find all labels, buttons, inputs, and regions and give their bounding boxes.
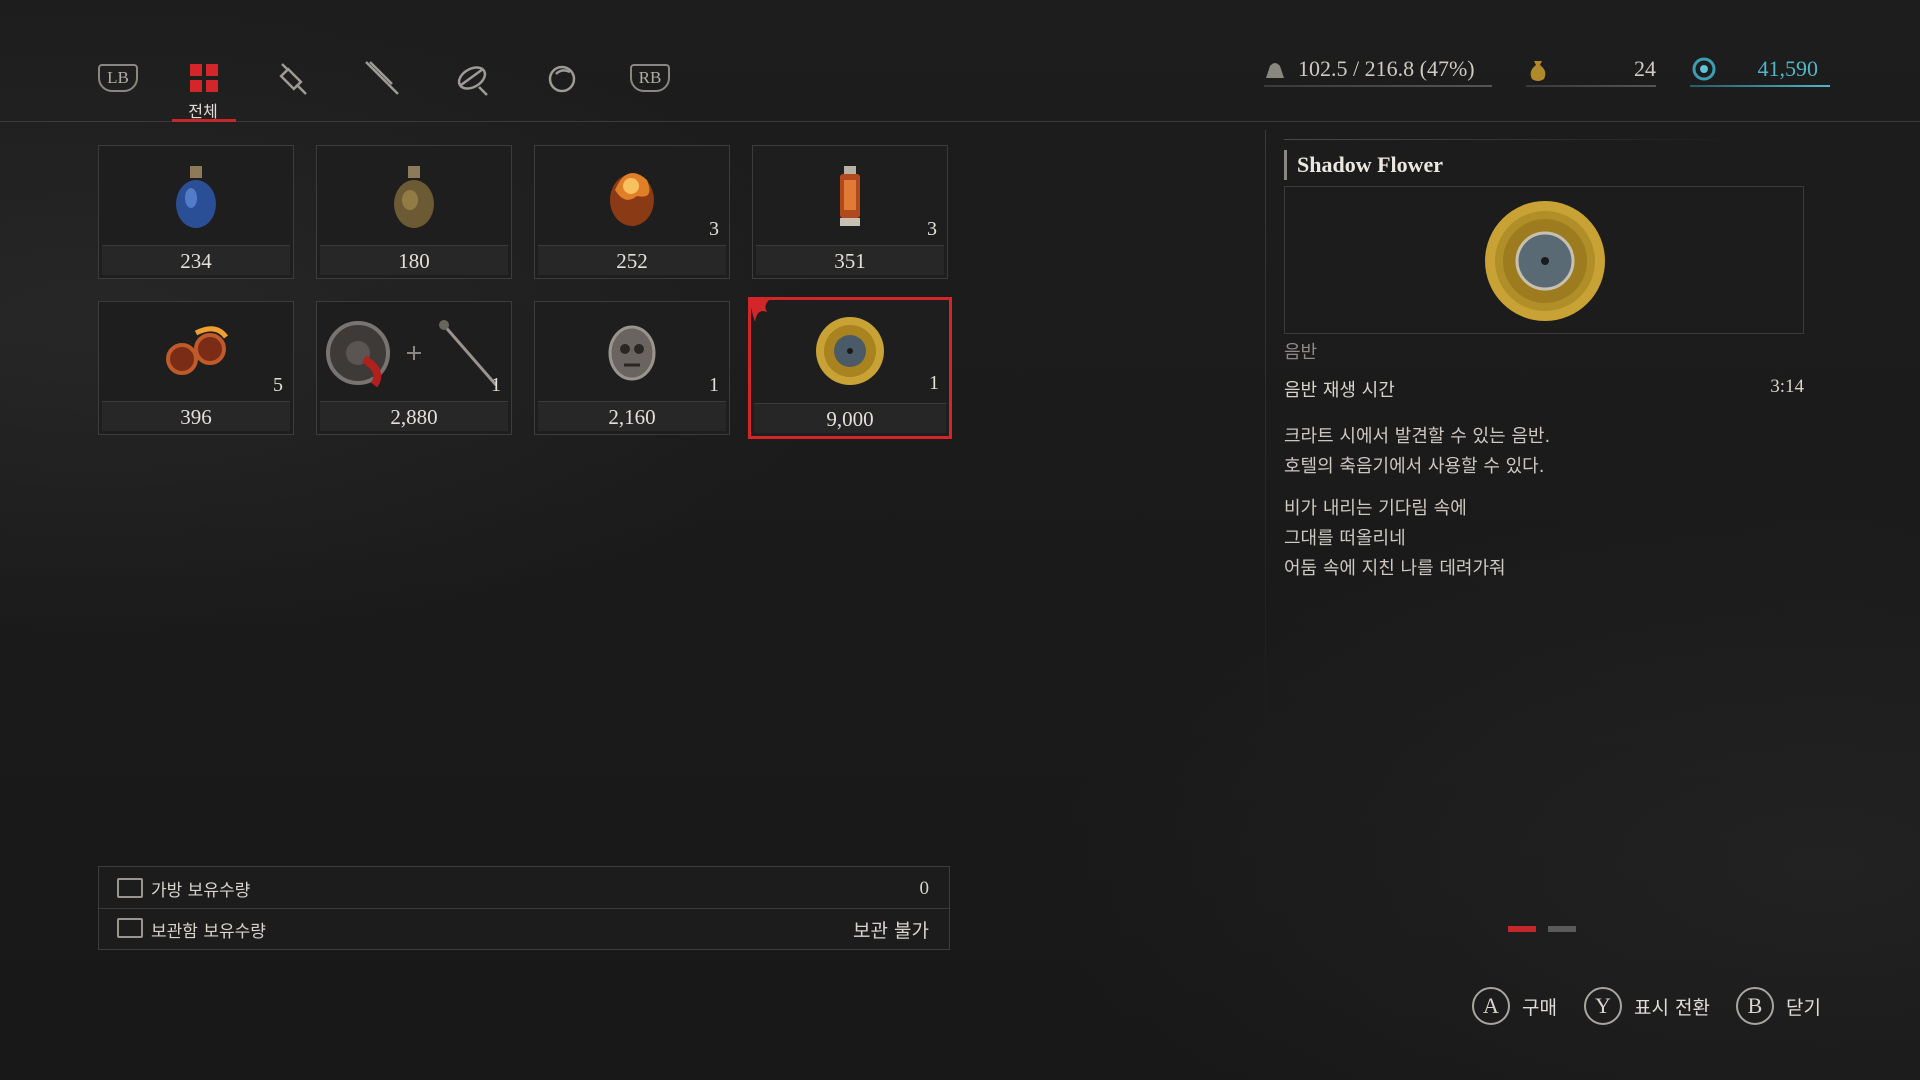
toggle-display-prompt[interactable]: Y 표시 전환: [1584, 986, 1710, 1026]
page-indicator-active[interactable]: [1508, 926, 1536, 932]
tab-weapons[interactable]: [360, 58, 404, 98]
item-price: 351: [756, 245, 944, 275]
item-slot-selected[interactable]: 1 9,000: [748, 297, 952, 439]
tab-materials[interactable]: [450, 58, 494, 98]
item-slot[interactable]: 234: [98, 145, 294, 279]
syringe-icon: [279, 63, 307, 95]
item-price: 9,000: [754, 403, 946, 433]
materials-icon: [457, 66, 488, 96]
y-button-icon: Y: [1584, 987, 1622, 1025]
bag-icon: [117, 878, 143, 898]
b-button-icon: B: [1736, 987, 1774, 1025]
skull-ornament-icon: [535, 302, 729, 404]
description-line: 호텔의 축음기에서 사용할 수 있다.: [1284, 456, 1545, 477]
currency-b-stat: 41,590: [1690, 52, 1818, 86]
item-lyrics: 비가 내리는 기다림 속에 그대를 떠올리네 어둠 속에 지친 나를 데려가줘: [1284, 494, 1506, 584]
ergo-icon: [1692, 57, 1716, 81]
weight-icon: [1266, 63, 1284, 78]
bag-holdings-row: 가방 보유수량 0: [99, 869, 949, 909]
item-quantity: 3: [927, 218, 937, 240]
playtime-label: 음반 재생 시간: [1284, 380, 1395, 401]
lb-label: LB: [98, 64, 138, 92]
top-bar: LB 전체 RB 102.5 / 216.8 (47%) 24 41,590: [0, 0, 1920, 122]
title-rule: [1284, 139, 1738, 140]
currency-b-value: 41,590: [1757, 56, 1819, 81]
rb-label: RB: [630, 64, 670, 92]
item-slot[interactable]: 3 351: [752, 145, 948, 279]
item-title: Shadow Flower: [1284, 150, 1443, 180]
buy-label: 구매: [1522, 996, 1557, 1019]
item-quantity: 3: [709, 218, 719, 240]
weight-stat: 102.5 / 216.8 (47%): [1264, 52, 1475, 86]
storage-box-icon: [117, 918, 143, 938]
weight-underline: [1264, 85, 1492, 87]
playtime-row: 음반 재생 시간 3:14: [1284, 376, 1804, 402]
page-indicator[interactable]: [1548, 926, 1576, 932]
blue-potion-icon: [99, 146, 293, 248]
coin-pouch-icon: [1530, 61, 1546, 81]
lantern-icon: [753, 146, 947, 248]
item-slot[interactable]: 1 2,160: [534, 301, 730, 435]
knife-icon: [365, 61, 399, 95]
item-price: 180: [320, 245, 508, 275]
close-label: 닫기: [1786, 996, 1821, 1019]
buy-prompt[interactable]: A 구매: [1472, 986, 1557, 1026]
currency-b-underline: [1690, 85, 1830, 87]
item-quantity: 1: [491, 374, 501, 396]
toggle-display-label: 표시 전환: [1634, 996, 1710, 1019]
item-price: 2,160: [538, 401, 726, 431]
lyric-line: 어둠 속에 지친 나를 데려가줘: [1284, 558, 1506, 579]
item-slot[interactable]: 180: [316, 145, 512, 279]
bag-holdings-value: 0: [919, 877, 930, 899]
close-prompt[interactable]: B 닫기: [1736, 986, 1821, 1026]
item-quantity: 1: [929, 372, 939, 394]
lyric-line: 그대를 떠올리네: [1284, 528, 1406, 549]
currency-a-stat: 24: [1526, 52, 1656, 86]
grid-icon: [190, 64, 218, 92]
bag-holdings-label: 가방 보유수량: [151, 881, 251, 901]
lb-button[interactable]: LB: [96, 58, 140, 98]
rb-button[interactable]: RB: [628, 58, 672, 98]
orb-icon: [548, 65, 576, 93]
active-tab-indicator: [172, 119, 236, 122]
currency-a-underline: [1526, 85, 1656, 87]
item-price: 234: [102, 245, 290, 275]
tab-recovery[interactable]: [270, 58, 314, 98]
currency-a-value: 24: [1634, 56, 1656, 81]
gold-record-large-icon: [1485, 201, 1605, 321]
item-category: 음반: [1284, 342, 1318, 363]
wheel-and-tool-icon: [317, 302, 511, 404]
item-slot[interactable]: 5 396: [98, 301, 294, 435]
weight-value: 102.5 / 216.8 (47%): [1298, 56, 1475, 81]
item-price: 396: [102, 401, 290, 431]
flame-cogs-icon: [99, 302, 293, 404]
item-quantity: 1: [709, 374, 719, 396]
item-slot[interactable]: 1 2,880: [316, 301, 512, 435]
fire-grenade-icon: [535, 146, 729, 248]
tab-all[interactable]: [182, 58, 226, 98]
gold-record-icon: [751, 300, 949, 402]
holdings-panel: 가방 보유수량 0 보관함 보유수량 보관 불가: [98, 866, 950, 950]
item-preview: [1284, 186, 1804, 334]
description-line: 크라트 시에서 발견할 수 있는 음반.: [1284, 426, 1551, 447]
item-slot[interactable]: 3 252: [534, 145, 730, 279]
storage-holdings-label: 보관함 보유수량: [151, 921, 266, 942]
storage-holdings-value: 보관 불가: [853, 919, 929, 942]
a-button-icon: A: [1472, 987, 1510, 1025]
item-description: 크라트 시에서 발견할 수 있는 음반. 호텔의 축음기에서 사용할 수 있다.: [1284, 422, 1550, 482]
lyric-line: 비가 내리는 기다림 속에: [1284, 498, 1467, 519]
item-price: 252: [538, 245, 726, 275]
storage-holdings-row: 보관함 보유수량 보관 불가: [99, 909, 949, 949]
item-quantity: 5: [273, 374, 283, 396]
item-price: 2,880: [320, 401, 508, 431]
tab-valuables[interactable]: [540, 58, 584, 98]
panel-divider: [1265, 130, 1266, 750]
amber-potion-icon: [317, 146, 511, 248]
playtime-value: 3:14: [1770, 376, 1804, 397]
